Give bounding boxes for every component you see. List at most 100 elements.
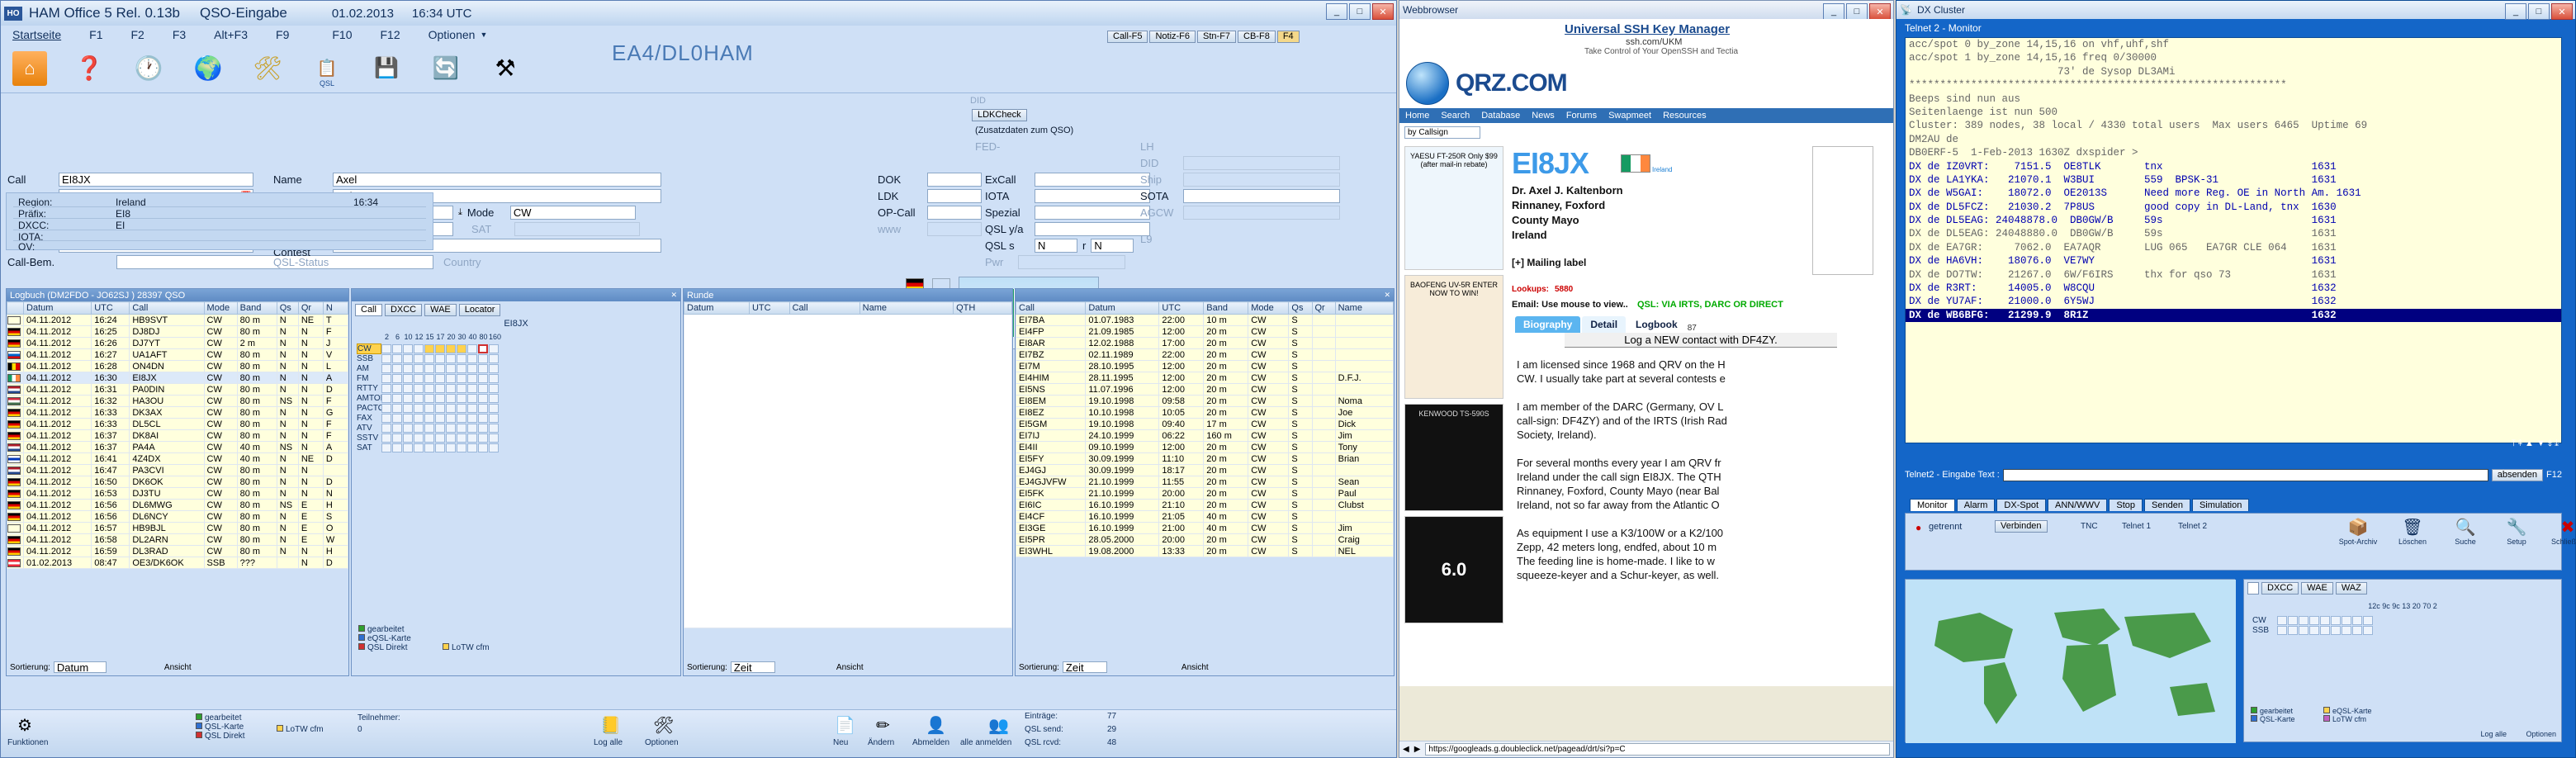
menu-f12[interactable]: F12 bbox=[381, 28, 400, 41]
browser-url-field[interactable]: https://googleads.g.doubleclick.net/page… bbox=[1425, 743, 1890, 756]
stat-cell[interactable] bbox=[414, 363, 424, 373]
tab-notiz-f6[interactable]: Notiz-F6 bbox=[1149, 31, 1196, 43]
table-row[interactable]: EI5PR 28.05.2000 20:00 20 m CW S Craig bbox=[1016, 533, 1394, 546]
stat-cell[interactable] bbox=[381, 373, 391, 383]
stat-cell[interactable] bbox=[435, 363, 445, 373]
logbook-col-qr[interactable]: Qr bbox=[297, 301, 324, 315]
table-row[interactable]: 04.11.2012 16:37 DK8AI CW 80 mNNF bbox=[7, 429, 348, 442]
stat-cell[interactable] bbox=[457, 353, 466, 363]
stat-cell[interactable] bbox=[414, 413, 424, 423]
nav-resources[interactable]: Resources bbox=[1657, 111, 1712, 121]
clock-icon[interactable]: 🕐 bbox=[131, 51, 166, 86]
world-map[interactable] bbox=[1905, 579, 2236, 743]
stat-cell[interactable] bbox=[435, 423, 445, 433]
help-icon[interactable]: ❓ bbox=[72, 51, 107, 86]
nav-swapmeet[interactable]: Swapmeet bbox=[1603, 111, 1657, 121]
log-new-contact-button[interactable]: Log a NEW contact with DF4ZY. bbox=[1565, 333, 1837, 348]
stat-cell[interactable] bbox=[392, 353, 402, 363]
stat-cell[interactable] bbox=[467, 383, 477, 393]
stat-cell[interactable] bbox=[489, 353, 499, 363]
nav-home[interactable]: Home bbox=[1399, 111, 1435, 121]
stat-cell[interactable] bbox=[446, 433, 456, 443]
stat-cell[interactable] bbox=[435, 443, 445, 452]
tab-call-f5[interactable]: Call-F5 bbox=[1107, 31, 1148, 43]
stat-cell[interactable] bbox=[414, 443, 424, 452]
tab-simulation[interactable]: Simulation bbox=[2191, 499, 2250, 511]
stat-cell[interactable] bbox=[381, 363, 391, 373]
tab-detail[interactable]: Detail bbox=[1582, 316, 1627, 333]
stat-cell[interactable] bbox=[478, 373, 488, 383]
stat-cell[interactable] bbox=[381, 343, 391, 353]
runde-col-qth[interactable]: QTH bbox=[953, 301, 1012, 315]
stat-cell[interactable] bbox=[381, 423, 391, 433]
stat-cell[interactable] bbox=[467, 433, 477, 443]
spezial-input[interactable] bbox=[1035, 206, 1150, 220]
stat-cell[interactable] bbox=[446, 343, 456, 353]
stat-cell[interactable] bbox=[435, 343, 445, 353]
table-row[interactable]: EJ4GJVFW 21.10.1999 11:55 20 m CW S Sean bbox=[1016, 476, 1394, 488]
logbook-col-datum[interactable]: Datum bbox=[23, 301, 92, 315]
stat-cell[interactable] bbox=[446, 413, 456, 423]
browser-back-icon[interactable]: ◀ bbox=[1403, 745, 1409, 754]
tab-right-wae[interactable]: WAE bbox=[2301, 582, 2333, 595]
tab-stop[interactable]: Stop bbox=[2109, 499, 2143, 511]
home-icon[interactable]: ⌂ bbox=[12, 50, 47, 86]
stat-cell[interactable] bbox=[467, 413, 477, 423]
stat-cell[interactable] bbox=[467, 403, 477, 413]
stat-cell[interactable] bbox=[446, 443, 456, 452]
stat-cell[interactable] bbox=[392, 363, 402, 373]
table-row[interactable]: EI7M 28.10.1995 12:00 20 m CW S bbox=[1016, 360, 1394, 372]
stat-cell[interactable] bbox=[457, 403, 466, 413]
table-row[interactable]: 04.11.2012 16:33 DK3AX CW 80 mNNG bbox=[7, 406, 348, 419]
logbook-col-utc[interactable]: UTC bbox=[91, 301, 130, 315]
runde-abmelden-label[interactable]: Abmelden bbox=[912, 738, 949, 747]
stat-cell[interactable] bbox=[457, 363, 466, 373]
btn-spot-archiv[interactable]: 📦 Spot-Archiv bbox=[2335, 517, 2381, 546]
stat-cell[interactable] bbox=[424, 353, 434, 363]
stat-cell[interactable] bbox=[478, 363, 488, 373]
table-row[interactable]: EI3GE 16.10.1999 21:00 40 m CW S Jim bbox=[1016, 522, 1394, 534]
logbook-col-qs[interactable]: Qs bbox=[276, 301, 299, 315]
tab-stat-wae[interactable]: WAE bbox=[424, 304, 457, 316]
stat-cell[interactable] bbox=[435, 433, 445, 443]
label-ansicht[interactable]: Ansicht bbox=[164, 663, 192, 672]
stat-cell[interactable] bbox=[457, 433, 466, 443]
ldkcheck-button[interactable]: LDKCheck bbox=[972, 109, 1027, 121]
close-icon[interactable]: ✕ bbox=[1372, 3, 1394, 20]
table-row[interactable]: 04.11.2012 16:31 PA0DIN CW 80 mNND bbox=[7, 383, 348, 396]
statistik-close-icon[interactable]: ✕ bbox=[670, 291, 677, 300]
qc-col-mode[interactable]: Mode bbox=[1248, 301, 1290, 315]
tab-dx-spot[interactable]: DX-Spot bbox=[1996, 499, 2046, 511]
stat-cell[interactable] bbox=[392, 373, 402, 383]
table-row[interactable]: 04.11.2012 16:30 EI8JX CW 80 mNNA bbox=[7, 372, 348, 384]
stat-cell[interactable] bbox=[435, 353, 445, 363]
stat-cell[interactable] bbox=[467, 363, 477, 373]
stat-cell[interactable] bbox=[489, 363, 499, 373]
stat-cell[interactable] bbox=[414, 433, 424, 443]
runde-sort-select[interactable]: Zeit bbox=[730, 661, 775, 674]
logbook-col-mode[interactable]: Mode bbox=[203, 301, 238, 315]
stat-cell[interactable] bbox=[424, 373, 434, 383]
tab-logbook[interactable]: Logbook bbox=[1627, 316, 1686, 333]
tab-stn-f7[interactable]: Stn-F7 bbox=[1197, 31, 1237, 43]
stat-cell[interactable] bbox=[467, 343, 477, 353]
table-row[interactable]: EI7BZ 02.11.1989 22:00 20 m CW S bbox=[1016, 348, 1394, 361]
label-qc-ansicht[interactable]: Ansicht bbox=[1181, 663, 1209, 672]
qc-col-datum[interactable]: Datum bbox=[1085, 301, 1160, 315]
stat-cell[interactable] bbox=[446, 423, 456, 433]
send-button[interactable]: absenden bbox=[2491, 468, 2544, 481]
menu-startseite[interactable]: Startseite bbox=[12, 28, 61, 41]
stat-cell[interactable] bbox=[478, 423, 488, 433]
table-row[interactable]: 04.11.2012 16:56 DL6MWG CW 80 m NS E H bbox=[7, 499, 348, 511]
stat-cell[interactable] bbox=[403, 443, 413, 452]
stat-cell[interactable] bbox=[403, 393, 413, 403]
runde-neu-icon[interactable]: 📄 bbox=[835, 715, 855, 736]
btn-loeschen[interactable]: 🗑 Löschen bbox=[2389, 517, 2436, 546]
telnet-input-field[interactable] bbox=[2002, 468, 2488, 481]
table-row[interactable]: EI6IC 16.10.1999 21:10 20 m CW S Clubst bbox=[1016, 499, 1394, 511]
runde-alle-anmelden-label[interactable]: alle anmelden bbox=[960, 738, 1011, 747]
stat-cell[interactable] bbox=[424, 433, 434, 443]
stat-cell[interactable] bbox=[467, 393, 477, 403]
label-runde-ansicht[interactable]: Ansicht bbox=[836, 663, 864, 672]
stat-cell[interactable] bbox=[478, 343, 488, 353]
